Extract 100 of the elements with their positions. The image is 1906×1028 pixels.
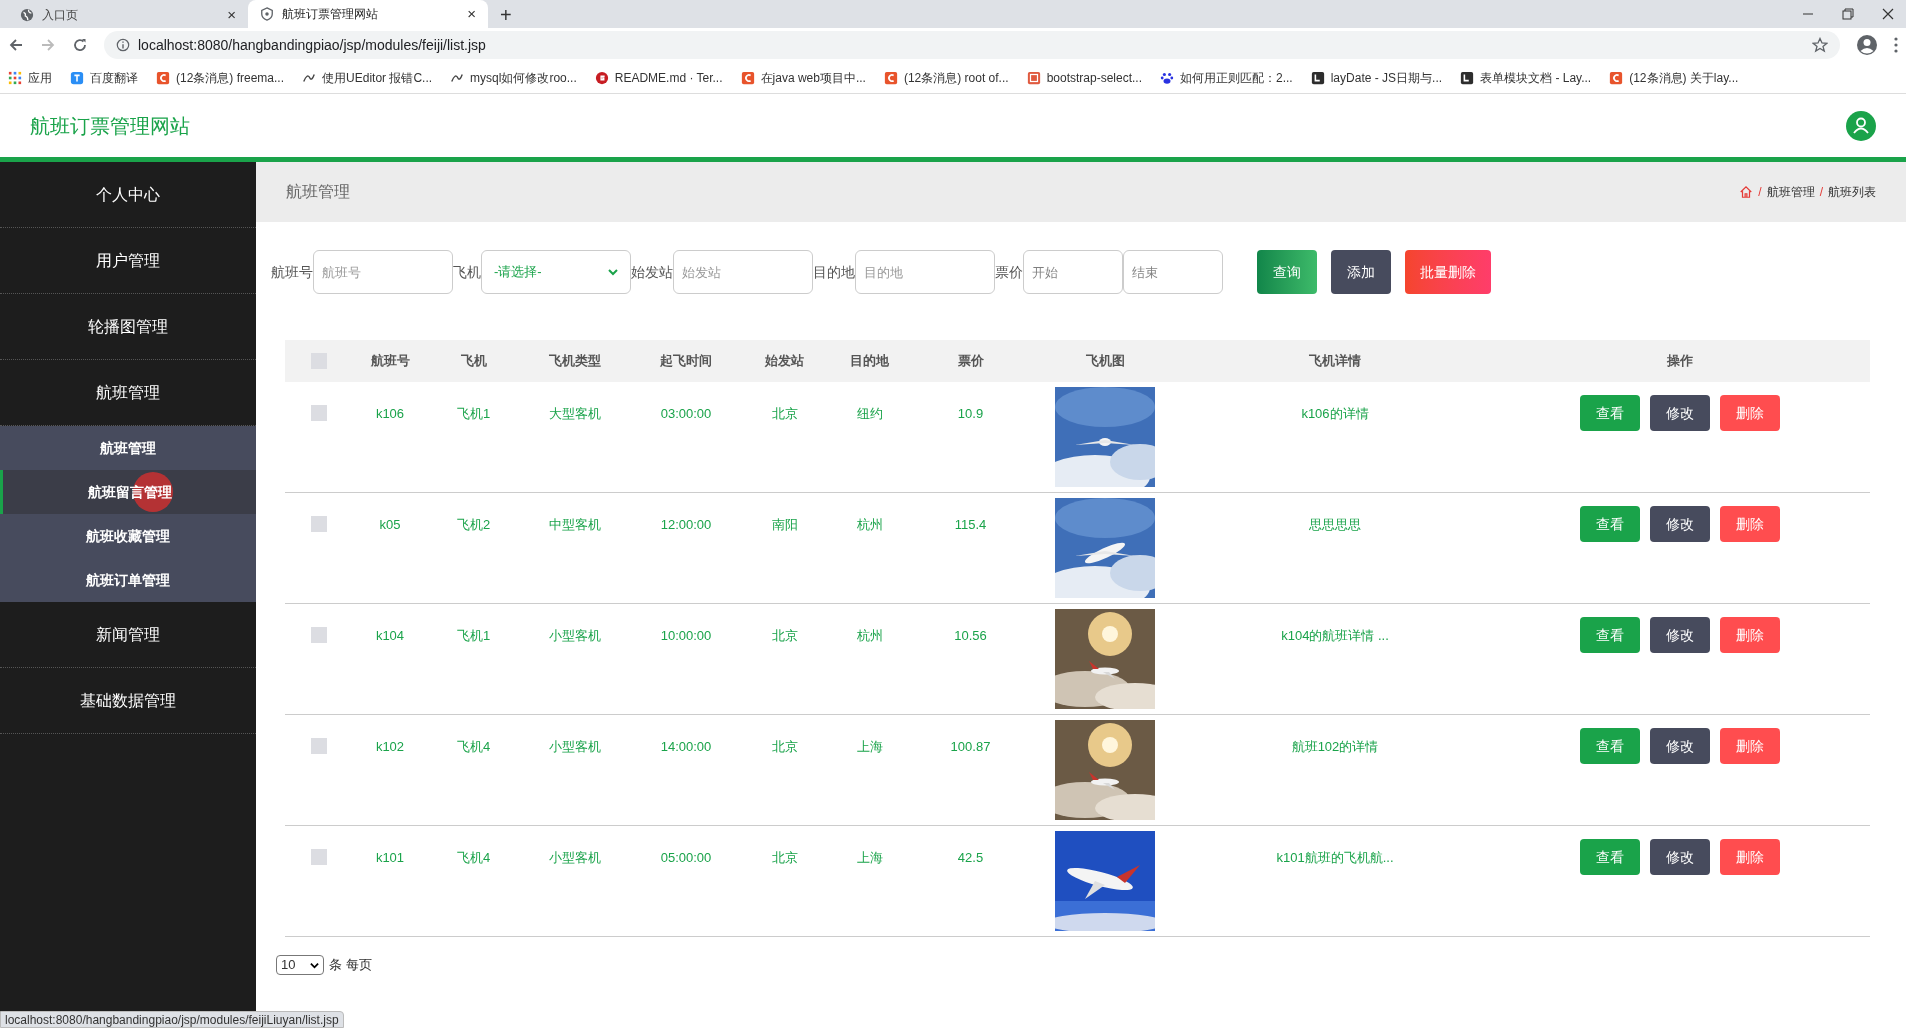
breadcrumb-item[interactable]: 航班管理 [1766, 183, 1815, 201]
apps-grid-icon [8, 70, 22, 85]
table-cell-text: k05 [378, 516, 402, 534]
filter-input[interactable]: 航班号 [313, 250, 453, 294]
bookmark-item[interactable]: 在java web项目中... [740, 68, 866, 87]
browser-tab[interactable]: 航班订票管理网站 × [248, 0, 488, 28]
bookmark-item[interactable]: README.md · Ter... [594, 68, 723, 87]
table-cell-text: 北京 [770, 738, 799, 756]
star-icon[interactable] [1812, 37, 1828, 53]
bookmark-item[interactable]: 使用UEditor 报错C... [302, 68, 433, 87]
edit-button[interactable]: 修改 [1650, 506, 1710, 542]
edit-button[interactable]: 修改 [1650, 728, 1710, 764]
table-cell-text: k106 [374, 405, 406, 423]
profile-icon[interactable] [1856, 34, 1878, 56]
sidebar-item[interactable]: 用户管理 [0, 228, 256, 294]
close-icon[interactable]: × [467, 2, 476, 26]
user-avatar-icon[interactable] [1846, 110, 1876, 141]
table-cell-text: 中型客机 [548, 516, 602, 534]
column-header: 始发站 [764, 352, 805, 371]
table-cell-text: 上海 [855, 849, 884, 867]
new-tab-button[interactable]: + [488, 2, 524, 28]
table-cell-text: 小型客机 [548, 849, 602, 867]
search-button[interactable]: 查询 [1257, 250, 1317, 294]
url-text: localhost:8080/hangbandingpiao/jsp/modules/feiji/list.jsp [138, 35, 487, 55]
filter-label: 目的地 [813, 262, 855, 282]
bookmark-item[interactable]: (12条消息) root of... [883, 68, 1009, 87]
bookmark-item[interactable]: bootstrap-select... [1026, 68, 1142, 87]
table-cell-text: 飞机4 [455, 738, 492, 756]
reload-icon[interactable] [72, 37, 88, 53]
row-checkbox[interactable] [310, 516, 327, 532]
row-checkbox[interactable] [310, 738, 327, 754]
table-cell-text: 115.4 [953, 516, 988, 534]
bookmark-item[interactable]: 应用 [8, 68, 52, 87]
column-header: 航班号 [369, 352, 411, 371]
submenu-item[interactable]: 航班订单管理 [0, 558, 256, 602]
c-logo-icon [883, 70, 898, 85]
bookmark-item[interactable]: (12条消息) 关于lay... [1609, 68, 1739, 87]
address-bar[interactable]: localhost:8080/hangbandingpiao/jsp/modules/feiji/list.jsp [104, 31, 1840, 59]
edit-button[interactable]: 修改 [1650, 395, 1710, 431]
column-header: 起飞时间 [659, 352, 713, 371]
table-cell-text: 14:00:00 [659, 738, 713, 756]
shield-icon [260, 7, 274, 21]
status-bar-url: localhost:8080/hangbandingpiao/jsp/modules/feijiLiuyan/list.jsp [0, 1011, 344, 1028]
table-cell-text: 上海 [855, 738, 884, 756]
filter-input[interactable]: 始发站 [673, 250, 813, 294]
square-icon [1460, 70, 1475, 85]
sidebar-item[interactable]: 基础数据管理 [0, 668, 256, 734]
c-logo-icon [1609, 70, 1624, 85]
table-cell-text: 北京 [770, 627, 799, 645]
sidebar-item[interactable]: 轮播图管理 [0, 294, 256, 360]
restore-icon[interactable] [1842, 8, 1854, 20]
table-cell-text: k102 [374, 738, 406, 756]
price-end-input[interactable]: 结束 [1123, 250, 1223, 294]
sidebar-item[interactable]: 新闻管理 [0, 602, 256, 668]
paw-icon [1160, 70, 1174, 85]
table-cell-text: k101航班的飞机航... [1275, 849, 1395, 867]
chevron-down-icon [608, 267, 618, 277]
table-cell-text: 100.87 [949, 738, 992, 756]
back-icon[interactable] [8, 37, 24, 53]
column-header: 飞机详情 [1308, 352, 1362, 371]
bookmark-item[interactable]: 百度翻译 [70, 68, 138, 87]
filter-label: 飞机 [453, 262, 481, 282]
table-cell-text: 10.56 [953, 627, 988, 645]
row-checkbox[interactable] [310, 405, 327, 421]
submenu-item[interactable]: 航班收藏管理 [0, 514, 256, 558]
page-size-select[interactable]: 10 [276, 955, 324, 975]
table-cell-text: 42.5 [956, 849, 985, 867]
row-checkbox[interactable] [310, 849, 327, 865]
table-cell-text: 12:00:00 [659, 516, 713, 534]
bookmark-item[interactable]: mysql如何修改roo... [450, 68, 577, 87]
bookmark-item[interactable]: 如何用正则匹配：2... [1160, 68, 1293, 87]
table-cell-text: 小型客机 [548, 627, 602, 645]
table-cell-text: k104 [374, 627, 406, 645]
add-button[interactable]: 添加 [1331, 250, 1391, 294]
column-header: 目的地 [849, 352, 890, 371]
filter-input[interactable]: 目的地 [855, 250, 995, 294]
table-cell-text: 航班102的详情 [1290, 738, 1380, 756]
home-icon[interactable] [1739, 185, 1754, 199]
table-cell-text: 北京 [770, 405, 799, 423]
bookmark-item[interactable]: layDate - JS日期与... [1310, 68, 1443, 87]
info-icon[interactable] [116, 38, 130, 52]
forward-icon[interactable] [40, 37, 56, 53]
table-cell-text: 思思思思 [1308, 516, 1362, 534]
edit-button[interactable]: 修改 [1650, 617, 1710, 653]
table-cell-text: 飞机1 [455, 405, 492, 423]
bookmark-item[interactable]: 表单模块文档 - Lay... [1460, 68, 1592, 87]
browser-tab[interactable]: 入口页 × [8, 2, 248, 28]
breadcrumb-separator: / [1819, 184, 1823, 201]
breadcrumb-item[interactable]: 航班列表 [1828, 183, 1876, 201]
submenu-item[interactable]: 航班管理 [0, 426, 256, 470]
close-icon[interactable] [1882, 8, 1894, 20]
bookmark-item[interactable]: (12条消息) freema... [156, 68, 285, 87]
column-header: 操作 [1666, 352, 1694, 371]
batch-delete-button[interactable]: 批量删除 [1405, 250, 1491, 294]
price-start-input[interactable]: 开始 [1023, 250, 1123, 294]
menu-icon[interactable] [1894, 37, 1898, 53]
edit-button[interactable]: 修改 [1650, 839, 1710, 875]
table-cell-text: 飞机1 [455, 627, 492, 645]
row-checkbox[interactable] [310, 627, 327, 643]
close-icon[interactable]: × [227, 3, 236, 27]
